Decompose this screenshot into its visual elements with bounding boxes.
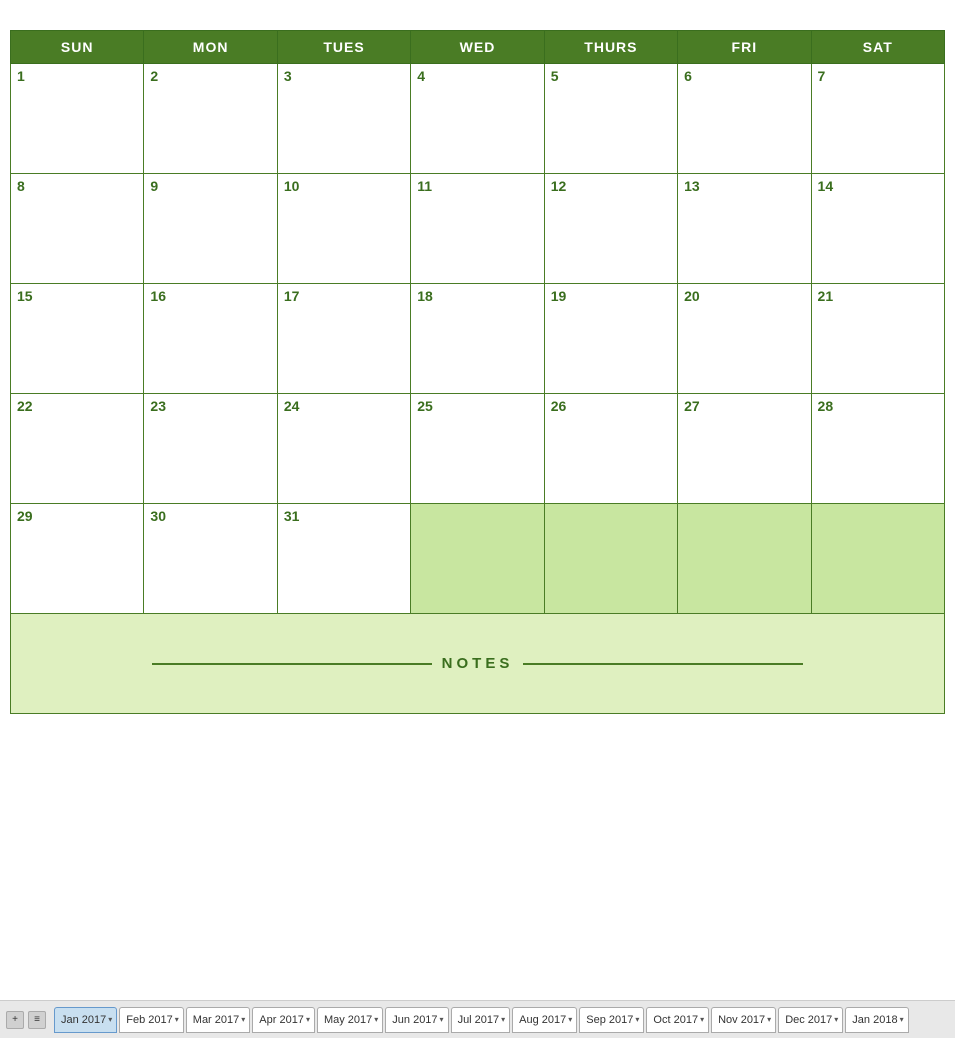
tab-chevron-icon: ▾ <box>834 1015 838 1024</box>
calendar-cell[interactable]: 28 <box>811 394 944 504</box>
weekday-header-wed: WED <box>411 31 544 64</box>
calendar-cell[interactable]: 11 <box>411 174 544 284</box>
calendar-cell[interactable]: 25 <box>411 394 544 504</box>
sheets-menu-button[interactable]: ≡ <box>28 1011 46 1029</box>
week-row-1: 1234567 <box>11 64 945 174</box>
weekday-header-row: SUNMONTUESWEDTHURSFRISAT <box>11 31 945 64</box>
calendar-cell[interactable]: 26 <box>544 394 677 504</box>
calendar-cell[interactable]: 3 <box>277 64 410 174</box>
calendar-cell[interactable] <box>544 504 677 614</box>
calendar-cell[interactable]: 31 <box>277 504 410 614</box>
calendar-cell[interactable]: 23 <box>144 394 277 504</box>
tab-sep-2017[interactable]: Sep 2017▾ <box>579 1007 644 1033</box>
calendar-cell[interactable]: 16 <box>144 284 277 394</box>
calendar-cell[interactable]: 27 <box>678 394 811 504</box>
calendar-cell[interactable]: 9 <box>144 174 277 284</box>
weekday-header-fri: FRI <box>678 31 811 64</box>
tab-apr-2017[interactable]: Apr 2017▾ <box>252 1007 315 1033</box>
tab-aug-2017[interactable]: Aug 2017▾ <box>512 1007 577 1033</box>
calendar-cell[interactable]: 29 <box>11 504 144 614</box>
week-row-2: 891011121314 <box>11 174 945 284</box>
tab-dec-2017[interactable]: Dec 2017▾ <box>778 1007 843 1033</box>
calendar-cell[interactable]: 15 <box>11 284 144 394</box>
tab-may-2017[interactable]: May 2017▾ <box>317 1007 383 1033</box>
calendar-cell[interactable]: 19 <box>544 284 677 394</box>
week-row-5: 293031 <box>11 504 945 614</box>
calendar-cell[interactable]: 4 <box>411 64 544 174</box>
notes-row: NOTES <box>11 614 945 714</box>
tab-controls: + ≡ <box>6 1011 46 1029</box>
calendar-cell[interactable] <box>811 504 944 614</box>
calendar-cell[interactable]: 13 <box>678 174 811 284</box>
calendar-cell[interactable]: 17 <box>277 284 410 394</box>
tab-jan-2017[interactable]: Jan 2017▾ <box>54 1007 117 1033</box>
tab-chevron-icon: ▾ <box>700 1015 704 1024</box>
week-row-4: 22232425262728 <box>11 394 945 504</box>
weekday-header-sat: SAT <box>811 31 944 64</box>
tab-feb-2017[interactable]: Feb 2017▾ <box>119 1007 184 1033</box>
calendar-cell[interactable] <box>411 504 544 614</box>
tab-chevron-icon: ▾ <box>568 1015 572 1024</box>
tab-mar-2017[interactable]: Mar 2017▾ <box>186 1007 251 1033</box>
calendar-cell[interactable]: 12 <box>544 174 677 284</box>
tab-jun-2017[interactable]: Jun 2017▾ <box>385 1007 448 1033</box>
tab-chevron-icon: ▾ <box>635 1015 639 1024</box>
calendar-cell[interactable]: 18 <box>411 284 544 394</box>
tab-chevron-icon: ▾ <box>900 1015 904 1024</box>
calendar-cell[interactable]: 6 <box>678 64 811 174</box>
calendar-grid: SUNMONTUESWEDTHURSFRISAT 123456789101112… <box>10 30 945 714</box>
week-row-3: 15161718192021 <box>11 284 945 394</box>
calendar-cell[interactable] <box>678 504 811 614</box>
calendar-cell[interactable]: 22 <box>11 394 144 504</box>
calendar-cell[interactable]: 8 <box>11 174 144 284</box>
add-sheet-button[interactable]: + <box>6 1011 24 1029</box>
notes-left-line <box>152 663 432 665</box>
calendar-container: SUNMONTUESWEDTHURSFRISAT 123456789101112… <box>0 0 955 1000</box>
calendar-cell[interactable]: 24 <box>277 394 410 504</box>
calendar-title <box>10 10 945 30</box>
notes-label: NOTES <box>442 655 514 672</box>
calendar-cell[interactable]: 20 <box>678 284 811 394</box>
tab-chevron-icon: ▾ <box>175 1015 179 1024</box>
notes-right-line <box>523 663 803 665</box>
tab-chevron-icon: ▾ <box>241 1015 245 1024</box>
tab-chevron-icon: ▾ <box>440 1015 444 1024</box>
tab-nov-2017[interactable]: Nov 2017▾ <box>711 1007 776 1033</box>
calendar-cell[interactable]: 7 <box>811 64 944 174</box>
calendar-cell[interactable]: 10 <box>277 174 410 284</box>
calendar-cell[interactable]: 14 <box>811 174 944 284</box>
tab-chevron-icon: ▾ <box>501 1015 505 1024</box>
calendar-cell[interactable]: 2 <box>144 64 277 174</box>
calendar-cell[interactable]: 30 <box>144 504 277 614</box>
calendar-cell[interactable]: 21 <box>811 284 944 394</box>
notes-cell[interactable]: NOTES <box>11 614 945 714</box>
tab-oct-2017[interactable]: Oct 2017▾ <box>646 1007 709 1033</box>
tab-chevron-icon: ▾ <box>767 1015 771 1024</box>
weekday-header-sun: SUN <box>11 31 144 64</box>
weekday-header-mon: MON <box>144 31 277 64</box>
bottom-tab-bar: + ≡ Jan 2017▾Feb 2017▾Mar 2017▾Apr 2017▾… <box>0 1000 955 1038</box>
weekday-header-tues: TUES <box>277 31 410 64</box>
calendar-cell[interactable]: 5 <box>544 64 677 174</box>
tab-jul-2017[interactable]: Jul 2017▾ <box>451 1007 511 1033</box>
tab-chevron-icon: ▾ <box>108 1015 112 1024</box>
weekday-header-thurs: THURS <box>544 31 677 64</box>
tab-jan-2018[interactable]: Jan 2018▾ <box>845 1007 908 1033</box>
calendar-cell[interactable]: 1 <box>11 64 144 174</box>
tab-chevron-icon: ▾ <box>374 1015 378 1024</box>
tab-chevron-icon: ▾ <box>306 1015 310 1024</box>
